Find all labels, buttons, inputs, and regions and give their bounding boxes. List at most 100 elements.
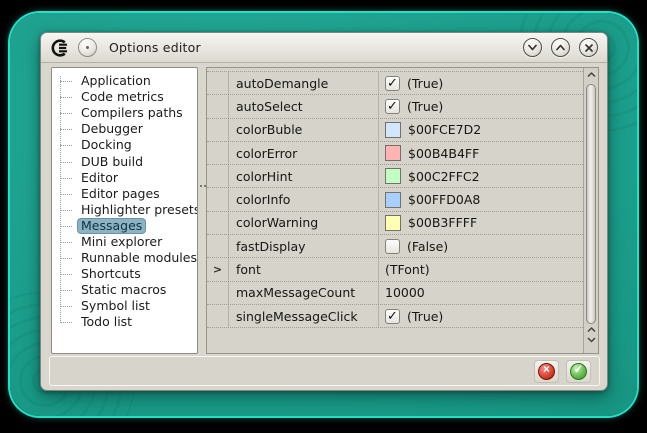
sidebar-item-static-macros[interactable]: Static macros [54, 282, 195, 298]
window-title: Options editor [109, 40, 201, 55]
property-name: singleMessageClick [229, 305, 379, 327]
window-menu-icon[interactable] [78, 38, 97, 57]
sidebar-item-label: Editor [78, 171, 121, 185]
sidebar-item-label: Debugger [78, 122, 146, 136]
sidebar-item-editor[interactable]: Editor [54, 170, 195, 186]
property-value[interactable]: $00B4B4FF [379, 142, 583, 164]
checkbox-checked-icon[interactable]: ✓ [385, 99, 400, 114]
shade-button[interactable] [523, 38, 542, 57]
property-row-fastDisplay[interactable]: fastDisplay(False) [207, 235, 583, 258]
options-editor-window: Options editor [40, 32, 608, 391]
sidebar-item-dub-build[interactable]: DUB build [54, 153, 195, 169]
property-value-text: $00B3FFFF [408, 215, 477, 230]
sidebar-item-todo-list[interactable]: Todo list [54, 314, 195, 330]
property-row-colorHint[interactable]: colorHint$00C2FFC2 [207, 165, 583, 188]
sidebar-item-messages[interactable]: Messages [54, 218, 195, 234]
sidebar-item-docking[interactable]: Docking [54, 137, 195, 153]
sidebar-item-label: Code metrics [78, 90, 167, 104]
sidebar-item-label: Highlighter presets [78, 203, 198, 217]
property-name: colorError [229, 142, 379, 164]
property-value[interactable]: ✓ (True) [379, 72, 583, 94]
property-value[interactable]: $00FFD0A8 [379, 188, 583, 210]
titlebar[interactable]: Options editor [41, 33, 607, 63]
accept-check-green-circle-icon: ✓ [570, 363, 587, 380]
property-row-singleMessageClick[interactable]: singleMessageClick✓(True) [207, 305, 583, 328]
property-name: colorBuble [229, 119, 379, 141]
property-value[interactable]: ✓(True) [379, 305, 583, 327]
expand-arrow-icon[interactable]: > [207, 258, 229, 280]
row-gutter [207, 119, 229, 141]
property-value[interactable]: (TFont) [379, 258, 583, 280]
sidebar-item-label: Runnable modules [78, 251, 198, 265]
property-value[interactable]: $00B3FFFF [379, 212, 583, 234]
row-gutter [207, 72, 229, 94]
row-gutter [207, 188, 229, 210]
sidebar-item-label: Compilers paths [78, 106, 186, 120]
sidebar-item-runnable-modules[interactable]: Runnable modules [54, 250, 195, 266]
property-row-colorWarning[interactable]: colorWarning$00B3FFFF [207, 212, 583, 235]
cancel-button[interactable]: × [534, 360, 559, 383]
property-value-text: $00FCE7D2 [408, 122, 481, 137]
property-grid-rows: autoDemangle✓(True)autoSelect✓(True)colo… [207, 71, 583, 328]
scrollbar-thumb[interactable] [586, 84, 596, 324]
property-row-colorError[interactable]: colorError $00B4B4FF [207, 142, 583, 165]
accept-button[interactable]: ✓ [566, 360, 591, 383]
titlebar-buttons [523, 38, 598, 57]
color-swatch[interactable] [385, 145, 401, 161]
property-row-autoSelect[interactable]: autoSelect✓(True) [207, 95, 583, 118]
row-gutter [207, 142, 229, 164]
property-row-font[interactable]: >font (TFont) [207, 258, 583, 281]
color-swatch[interactable] [385, 168, 401, 184]
property-value-text: (True) [407, 76, 443, 91]
category-list-panel: Application Code metrics Compilers paths De… [51, 67, 198, 354]
sidebar-item-compilers-paths[interactable]: Compilers paths [54, 105, 195, 121]
color-swatch[interactable] [385, 122, 401, 138]
sidebar-item-shortcuts[interactable]: Shortcuts [54, 266, 195, 282]
property-value[interactable]: 10000 [379, 282, 583, 304]
category-tree: Application Code metrics Compilers paths De… [54, 73, 195, 351]
cancel-x-red-circle-icon: × [538, 363, 555, 380]
sidebar-item-code-metrics[interactable]: Code metrics [54, 89, 195, 105]
property-row-maxMessageCount[interactable]: maxMessageCount10000 [207, 282, 583, 305]
property-grid: autoDemangle✓(True)autoSelect✓(True)colo… [206, 67, 599, 354]
sidebar-item-editor-pages[interactable]: Editor pages [54, 186, 195, 202]
sidebar-item-application[interactable]: Application [54, 73, 195, 89]
chevron-up-icon [556, 44, 565, 51]
color-swatch[interactable] [385, 215, 401, 231]
splitter-grip[interactable] [200, 185, 202, 187]
vertical-scrollbar[interactable] [583, 68, 598, 353]
sidebar-item-label: Mini explorer [78, 235, 165, 249]
close-button[interactable] [579, 38, 598, 57]
close-icon [585, 44, 593, 52]
property-value[interactable]: $00C2FFC2 [379, 165, 583, 187]
property-row-colorInfo[interactable]: colorInfo$00FFD0A8 [207, 188, 583, 211]
property-row-autoDemangle[interactable]: autoDemangle✓(True) [207, 72, 583, 95]
property-value-text: $00B4B4FF [408, 146, 479, 161]
property-value[interactable]: ✓ (True) [379, 95, 583, 117]
property-value[interactable]: $00FCE7D2 [379, 119, 583, 141]
scroll-down-icon[interactable] [584, 337, 598, 343]
property-name: fastDisplay [229, 235, 379, 257]
row-gutter [207, 305, 229, 327]
sidebar-item-highlighter-presets[interactable]: Highlighter presets [54, 202, 195, 218]
property-row-colorBuble[interactable]: colorBuble $00FCE7D2 [207, 119, 583, 142]
scroll-up-icon[interactable] [584, 72, 598, 78]
property-value-text: (TFont) [385, 262, 430, 277]
sidebar-item-label: Messages [78, 219, 145, 233]
sidebar-item-mini-explorer[interactable]: Mini explorer [54, 234, 195, 250]
sidebar-item-debugger[interactable]: Debugger [54, 121, 195, 137]
color-swatch[interactable] [385, 192, 401, 208]
checkbox-unchecked-icon[interactable] [385, 239, 400, 254]
property-value[interactable]: (False) [379, 235, 583, 257]
checkbox-checked-icon[interactable]: ✓ [385, 309, 400, 324]
property-name: font [229, 258, 379, 280]
property-name: maxMessageCount [229, 282, 379, 304]
sidebar-item-label: Todo list [78, 315, 135, 329]
sidebar-item-label: Application [78, 74, 154, 88]
checkbox-checked-icon[interactable]: ✓ [385, 76, 400, 91]
unshade-button[interactable] [551, 38, 570, 57]
scroll-up-icon[interactable] [584, 327, 598, 333]
row-gutter [207, 282, 229, 304]
sidebar-item-symbol-list[interactable]: Symbol list [54, 298, 195, 314]
property-value-text: (True) [407, 99, 443, 114]
